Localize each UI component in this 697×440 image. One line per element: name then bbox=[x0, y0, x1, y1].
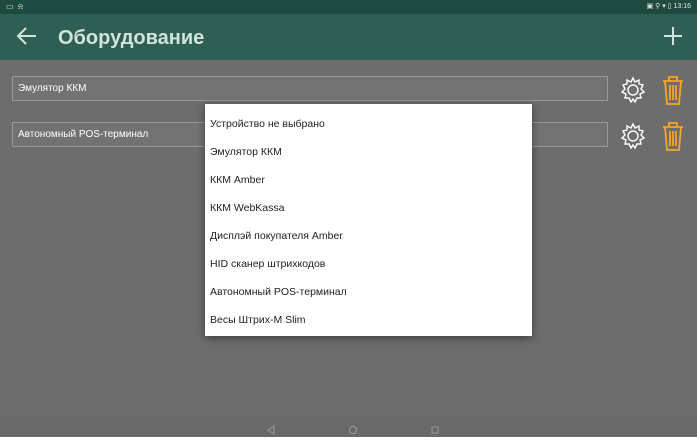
app-toolbar: Оборудование bbox=[0, 14, 697, 60]
dropdown-option[interactable]: ККМ WebKassa bbox=[205, 195, 532, 222]
dropdown-option[interactable]: Весы Штрих-М Slim bbox=[205, 307, 532, 334]
arrow-left-icon bbox=[16, 27, 36, 45]
nav-home-icon[interactable] bbox=[347, 422, 359, 434]
plus-icon bbox=[664, 27, 682, 45]
add-device-button[interactable] bbox=[659, 22, 687, 50]
dropdown-option[interactable]: Автономный POS-терминал bbox=[205, 279, 532, 306]
dropdown-option[interactable]: Устройство не выбрано bbox=[205, 111, 532, 138]
trash-icon[interactable] bbox=[660, 120, 686, 152]
status-left-icons: ▭ ⍾ bbox=[6, 2, 25, 11]
device-type-dropdown: Устройство не выбрано Эмулятор ККМ ККМ A… bbox=[205, 104, 532, 336]
dropdown-option[interactable]: Дисплэй покупателя Amber bbox=[205, 223, 532, 250]
gear-icon[interactable] bbox=[618, 120, 648, 152]
page-title: Оборудование bbox=[58, 27, 205, 49]
status-right-info: ▣ ⚲ ▾ ▯ 13:16 bbox=[646, 3, 691, 10]
gear-icon[interactable] bbox=[618, 74, 648, 106]
dropdown-option[interactable]: HID сканер штрихкодов bbox=[205, 251, 532, 278]
dropdown-option[interactable]: ККМ Amber bbox=[205, 167, 532, 194]
status-bar: ▭ ⍾ ▣ ⚲ ▾ ▯ 13:16 bbox=[0, 0, 697, 14]
android-nav-bar bbox=[0, 417, 697, 437]
device-screen: ▭ ⍾ ▣ ⚲ ▾ ▯ 13:16 Оборудование Эмулятор … bbox=[0, 0, 697, 437]
back-button[interactable] bbox=[12, 21, 42, 51]
nav-recents-icon[interactable] bbox=[429, 422, 441, 434]
dropdown-option[interactable]: Эмулятор ККМ bbox=[205, 139, 532, 166]
device-select[interactable]: Эмулятор ККМ bbox=[12, 76, 608, 101]
nav-back-icon[interactable] bbox=[265, 422, 277, 435]
trash-icon[interactable] bbox=[660, 74, 686, 106]
